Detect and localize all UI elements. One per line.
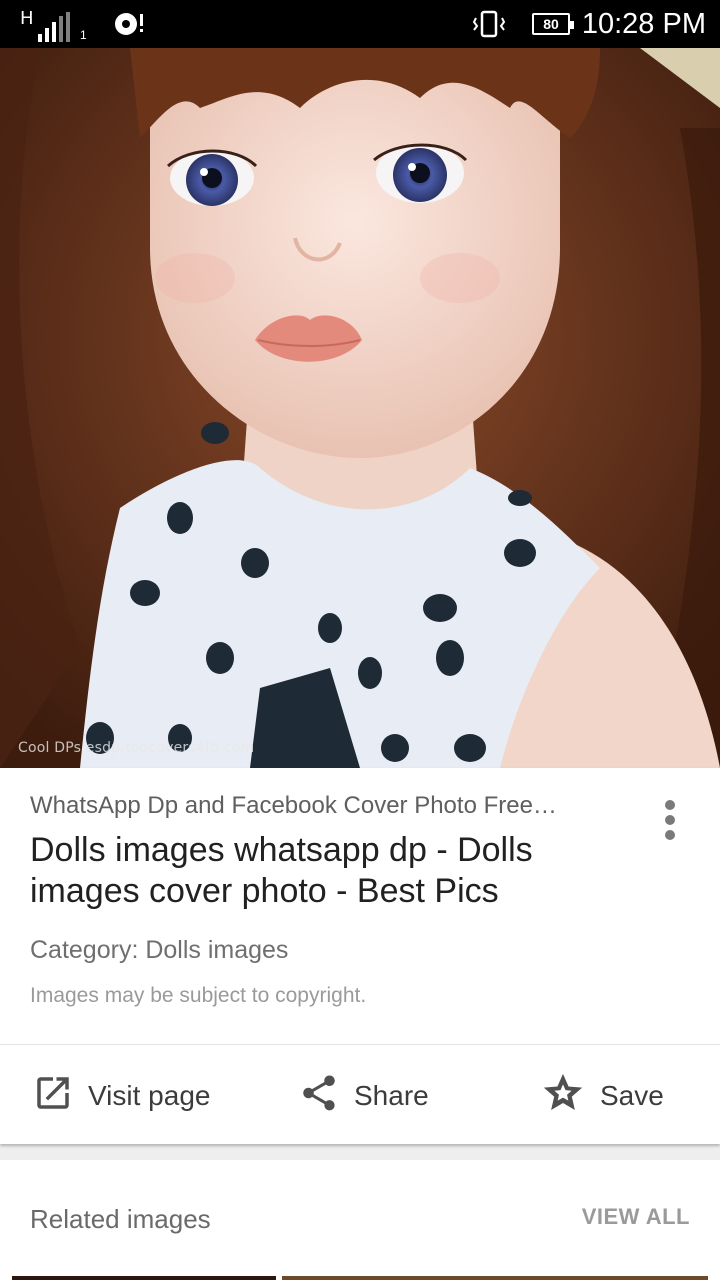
share-button[interactable]: Share <box>298 1068 429 1124</box>
share-label: Share <box>354 1080 429 1111</box>
image-watermark: Cool DPs esdp.topcovers4fb.com <box>18 740 255 756</box>
download-icon <box>112 10 146 43</box>
visit-page-label: Visit page <box>88 1080 211 1111</box>
save-button[interactable]: Save <box>540 1068 664 1124</box>
related-thumbnail[interactable] <box>282 1276 708 1280</box>
open-in-new-icon <box>32 1072 74 1121</box>
result-card: WhatsApp Dp and Facebook Cover Photo Fre… <box>0 768 720 1144</box>
copyright-notice: Images may be subject to copyright. <box>30 984 367 1007</box>
save-label: Save <box>600 1080 664 1111</box>
visit-page-button[interactable]: Visit page <box>32 1068 210 1124</box>
network-type: H <box>20 8 34 29</box>
more-vert-icon[interactable] <box>652 796 688 844</box>
battery-icon: 80 <box>532 13 574 35</box>
clock: 10:28 PM <box>581 8 706 40</box>
source-site[interactable]: WhatsApp Dp and Facebook Cover Photo Fre… <box>30 792 630 820</box>
doll-photo <box>0 48 720 768</box>
signal-icon <box>38 12 70 42</box>
result-image[interactable]: Cool DPs esdp.topcovers4fb.com <box>0 48 720 768</box>
result-title[interactable]: Dolls images whatsapp dp - Dolls images … <box>30 830 650 912</box>
related-thumbnail[interactable] <box>12 1276 276 1280</box>
result-category: Category: Dolls images <box>30 936 289 964</box>
vibrate-icon <box>472 10 506 43</box>
related-images-section: Related images VIEW ALL <box>0 1160 720 1280</box>
status-bar: H 1 80 10:28 PM <box>0 0 720 48</box>
sim-slot: 1 <box>80 28 87 42</box>
view-all-link[interactable]: VIEW ALL <box>582 1204 690 1230</box>
share-icon <box>298 1072 340 1121</box>
divider <box>0 1044 720 1045</box>
related-images-title: Related images <box>30 1204 211 1234</box>
star-icon <box>540 1070 586 1123</box>
